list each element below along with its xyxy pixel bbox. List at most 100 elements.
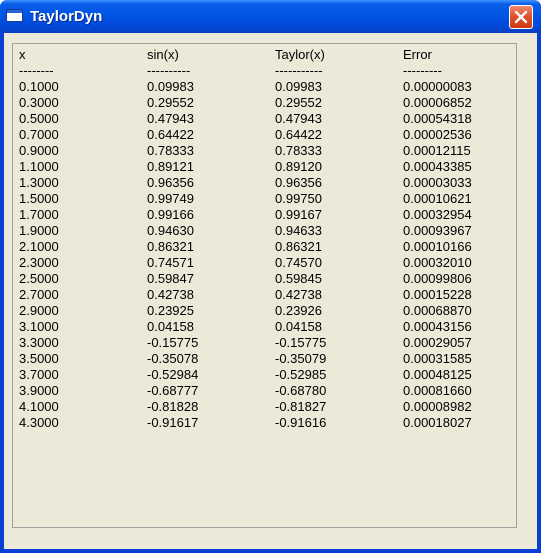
- data-cell-1: -0.15775: [147, 335, 199, 350]
- data-cell-1: -0.81828: [147, 399, 199, 414]
- data-cell-3: 0.00029057: [403, 335, 472, 350]
- data-cell-3: 0.00010621: [403, 191, 472, 206]
- data-cell-1: -0.35078: [147, 351, 199, 366]
- window-icon: [6, 9, 23, 22]
- close-button[interactable]: [509, 5, 533, 29]
- data-cell-0: 0.9000: [19, 143, 59, 158]
- data-cell-0: 1.1000: [19, 159, 59, 174]
- data-cell-3: 0.00032010: [403, 255, 472, 270]
- data-cell-1: -0.91617: [147, 415, 199, 430]
- data-cell-3: 0.00006852: [403, 95, 472, 110]
- output-panel: x sin(x) Taylor(x) Error -------- ---------- -…: [12, 43, 517, 528]
- data-cell-0: 4.3000: [19, 415, 59, 430]
- separator-cell-0: --------: [19, 63, 54, 78]
- data-cell-3: 0.00032954: [403, 207, 472, 222]
- data-cell-3: 0.00012115: [403, 143, 471, 158]
- data-cell-1: 0.99749: [147, 191, 194, 206]
- data-cell-1: -0.52984: [147, 367, 199, 382]
- data-cell-3: 0.00081660: [403, 383, 472, 398]
- data-cell-2: 0.96356: [275, 175, 322, 190]
- data-cell-3: 0.00068870: [403, 303, 472, 318]
- data-cell-2: 0.23926: [275, 303, 322, 318]
- data-cell-3: 0.00031585: [403, 351, 472, 366]
- data-cell-3: 0.00003033: [403, 175, 472, 190]
- data-cell-3: 0.00093967: [403, 223, 472, 238]
- data-cell-2: 0.89120: [275, 159, 322, 174]
- data-cell-2: -0.81827: [275, 399, 327, 414]
- data-cell-1: 0.74571: [147, 255, 194, 270]
- window-title: TaylorDyn: [30, 8, 103, 25]
- data-cell-2: 0.78333: [275, 143, 322, 158]
- data-cell-0: 3.5000: [19, 351, 59, 366]
- data-cell-1: 0.29552: [147, 95, 194, 110]
- data-cell-3: 0.00000083: [403, 79, 472, 94]
- data-cell-0: 1.7000: [19, 207, 59, 222]
- data-cell-0: 3.9000: [19, 383, 59, 398]
- data-cell-0: 1.3000: [19, 175, 59, 190]
- data-cell-1: 0.59847: [147, 271, 194, 286]
- data-cell-2: 0.59845: [275, 271, 322, 286]
- header-cell-3: Error: [403, 47, 432, 62]
- data-cell-0: 0.5000: [19, 111, 59, 126]
- title-bar[interactable]: TaylorDyn: [0, 0, 541, 33]
- data-cell-2: 0.99750: [275, 191, 322, 206]
- data-cell-3: 0.00010166: [403, 239, 472, 254]
- data-cell-0: 4.1000: [19, 399, 59, 414]
- app-window: TaylorDyn x sin(x) Taylor(x) Error -------- -…: [0, 0, 541, 553]
- data-cell-1: 0.09983: [147, 79, 194, 94]
- data-cell-2: 0.29552: [275, 95, 322, 110]
- header-cell-2: Taylor(x): [275, 47, 325, 62]
- data-cell-0: 0.1000: [19, 79, 59, 94]
- data-cell-3: 0.00002536: [403, 127, 472, 142]
- separator-cell-1: ----------: [147, 63, 191, 78]
- data-cell-2: -0.35079: [275, 351, 327, 366]
- data-cell-2: 0.94633: [275, 223, 322, 238]
- data-cell-0: 2.1000: [19, 239, 59, 254]
- client-area: x sin(x) Taylor(x) Error -------- ---------- -…: [4, 33, 537, 549]
- data-cell-0: 1.9000: [19, 223, 59, 238]
- data-cell-0: 3.3000: [19, 335, 59, 350]
- header-cell-1: sin(x): [147, 47, 179, 62]
- data-cell-3: 0.00015228: [403, 287, 472, 302]
- data-cell-2: -0.15775: [275, 335, 327, 350]
- data-cell-0: 0.7000: [19, 127, 59, 142]
- data-cell-2: 0.47943: [275, 111, 322, 126]
- data-cell-1: 0.42738: [147, 287, 194, 302]
- data-cell-3: 0.00099806: [403, 271, 472, 286]
- data-cell-0: 2.5000: [19, 271, 59, 286]
- close-x-icon: [514, 10, 528, 24]
- data-cell-1: -0.68777: [147, 383, 199, 398]
- data-cell-2: 0.42738: [275, 287, 322, 302]
- separator-cell-3: ---------: [403, 63, 442, 78]
- data-cell-1: 0.78333: [147, 143, 194, 158]
- data-cell-1: 0.94630: [147, 223, 194, 238]
- data-cell-1: 0.96356: [147, 175, 194, 190]
- data-cell-2: -0.52985: [275, 367, 327, 382]
- data-cell-2: 0.99167: [275, 207, 322, 222]
- data-cell-3: 0.00043156: [403, 319, 472, 334]
- data-cell-3: 0.00008982: [403, 399, 472, 414]
- data-cell-2: 0.04158: [275, 319, 322, 334]
- data-cell-2: -0.68780: [275, 383, 327, 398]
- data-cell-3: 0.00054318: [403, 111, 472, 126]
- data-cell-3: 0.00018027: [403, 415, 472, 430]
- data-cell-0: 2.9000: [19, 303, 59, 318]
- data-cell-0: 2.3000: [19, 255, 59, 270]
- data-cell-1: 0.99166: [147, 207, 194, 222]
- data-cell-0: 1.5000: [19, 191, 59, 206]
- data-cell-2: 0.09983: [275, 79, 322, 94]
- data-cell-1: 0.23925: [147, 303, 194, 318]
- data-cell-2: -0.91616: [275, 415, 327, 430]
- data-cell-2: 0.74570: [275, 255, 322, 270]
- data-cell-2: 0.64422: [275, 127, 322, 142]
- data-cell-0: 0.3000: [19, 95, 59, 110]
- data-cell-1: 0.04158: [147, 319, 194, 334]
- data-cell-1: 0.86321: [147, 239, 194, 254]
- header-cell-0: x: [19, 47, 26, 62]
- separator-cell-2: -----------: [275, 63, 323, 78]
- data-cell-3: 0.00048125: [403, 367, 472, 382]
- data-cell-0: 3.7000: [19, 367, 59, 382]
- data-cell-2: 0.86321: [275, 239, 322, 254]
- data-cell-0: 3.1000: [19, 319, 59, 334]
- data-cell-1: 0.89121: [147, 159, 194, 174]
